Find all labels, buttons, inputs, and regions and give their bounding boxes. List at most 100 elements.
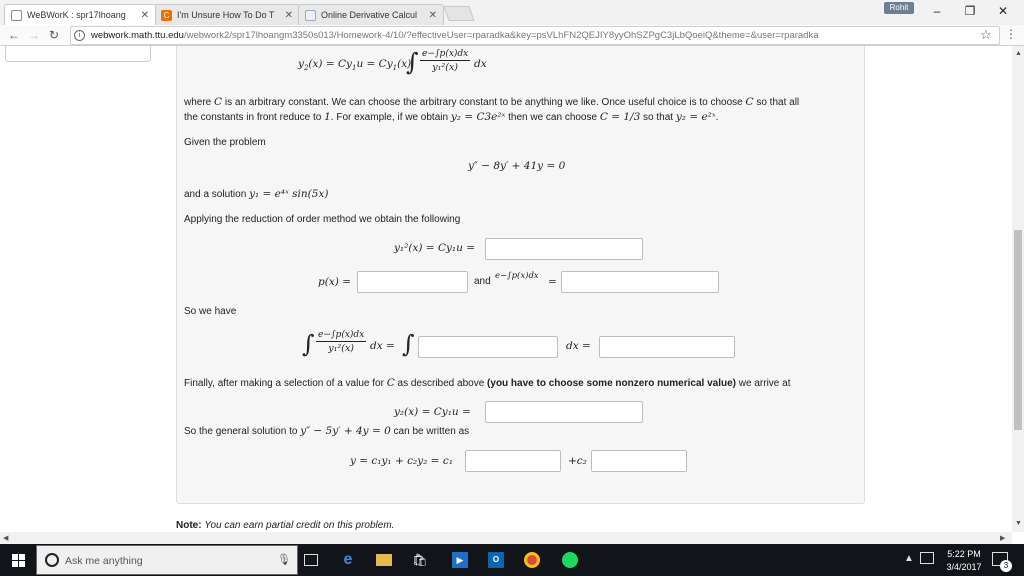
answer-input-y2[interactable] [485,401,643,423]
more-menu-icon[interactable]: ⋮ [1005,27,1017,41]
integral-sign: ∫ [406,48,419,76]
address-bar[interactable]: webwork.math.ttu.edu/webwork2/spr17lhoan… [70,26,1000,45]
store-icon[interactable]: 🛍 [412,552,428,568]
scroll-up-icon[interactable]: ▲ [1015,50,1022,57]
text: can be written as [393,426,470,437]
text: . [715,112,719,123]
text: So the general solution to [184,426,298,437]
windows-taskbar: Ask me anything 🎙 e 🛍 ▶ O ▲ 5:22 PM 3/4/… [0,544,1024,576]
math-one: 1 [324,111,331,123]
eq1-lhs: y₁²(x) = Cy₁u = [394,242,476,254]
fraction-numerator: e−∫p(x)dx [420,49,471,61]
top-fraction: e−∫p(x)dx y₁²(x) [420,49,471,73]
exp-lhs: e−∫p(x)dx [495,271,539,281]
new-tab-button[interactable] [443,6,475,21]
paragraph-line-1: where C is an arbitrary constant. We can… [184,96,799,108]
forward-icon[interactable]: → [26,27,42,43]
int-dx2: dx = [566,340,591,352]
url-host: webwork.math.ttu.edu [91,30,184,41]
task-view-icon[interactable] [304,554,318,566]
answer-input-c1[interactable] [465,450,561,472]
and-label: and [474,276,491,287]
tab-derivative[interactable]: Online Derivative Calcul ✕ [298,4,444,25]
reload-icon[interactable]: ↻ [46,27,62,43]
windows-start-icon[interactable] [12,554,25,567]
text: Finally, after making a selection of a v… [184,378,384,389]
close-icon[interactable]: ✕ [141,10,149,21]
microphone-icon[interactable]: 🎙 [277,553,291,566]
scroll-down-icon[interactable]: ▼ [1015,520,1022,527]
clock-date[interactable]: 3/4/2017 [944,562,984,572]
math-ode: y″ − 5y′ + 4y = 0 [300,425,391,437]
answer-input-1[interactable] [485,238,643,260]
outlook-icon[interactable]: O [488,552,504,568]
scroll-right-icon[interactable]: ▶ [1000,534,1005,542]
profile-button[interactable]: Rohit [884,2,914,14]
scroll-thumb[interactable] [1014,230,1022,430]
chrome-icon[interactable] [524,552,540,568]
notification-count: 3 [1000,560,1012,572]
fraction-denominator: y₁²(x) [328,343,355,354]
text: then we can choose [508,112,598,123]
math-C: C [745,96,754,108]
math-y2b: y₂ = e²ˣ [675,111,716,123]
edge-browser-icon[interactable]: e [340,552,356,568]
top-formula-dx: dx [474,58,487,70]
answer-input-integral[interactable] [599,336,735,358]
scroll-left-icon[interactable]: ◀ [3,534,8,542]
document-icon [11,9,22,21]
answer-input-c2[interactable] [591,450,687,472]
text: the constants in front reduce to [184,112,322,123]
text: as described above [397,378,485,389]
browser-title-bar: WeBWorK : spr17lhoang ✕ C I'm Unsure How… [0,0,1024,25]
text: and a solution [184,189,247,200]
tray-chevron-icon[interactable]: ▲ [904,553,914,564]
tab-label: Online Derivative Calcul [321,10,418,20]
tab-label: WeBWorK : spr17lhoang [27,10,126,20]
p-lhs: p(x) = [318,276,351,288]
restore-icon[interactable]: ❐ [955,2,985,20]
math-y2: y₂ = C3e²ˣ [450,111,506,123]
answer-input-integrand[interactable] [418,336,558,358]
network-icon[interactable] [920,552,934,564]
cortana-search-box[interactable]: Ask me anything 🎙 [36,545,298,575]
so-we-have: So we have [184,306,237,317]
file-explorer-icon[interactable] [376,554,392,566]
fraction-numerator: e−∫p(x)dx [316,330,367,342]
text: is an arbitrary constant. We can choose … [224,97,743,108]
note-text: You can earn partial credit on this prob… [204,520,395,531]
back-icon[interactable]: ← [6,27,22,43]
minimize-icon[interactable]: – [922,2,952,20]
search-placeholder: Ask me anything [65,555,143,567]
math-C: C [386,377,395,389]
chegg-icon: C [161,9,172,21]
close-icon[interactable]: ✕ [285,10,293,21]
math-C: C [214,96,223,108]
text: we arrive at [738,378,791,389]
media-player-icon[interactable]: ▶ [452,552,468,568]
info-icon[interactable]: i [74,30,85,41]
given-label: Given the problem [184,137,266,148]
tab-webwork[interactable]: WeBWorK : spr17lhoang ✕ [4,4,156,25]
answer-input-exp[interactable] [561,271,719,293]
math-solution: y₁ = e⁴ˣ sin(5x) [249,188,329,200]
general-line: So the general solution to y″ − 5y′ + 4y… [184,425,469,437]
note-label: Note: [176,520,202,531]
text: so that all [756,97,800,108]
y2-lhs: y₂(x) = Cy₁u = [394,406,471,418]
clock-time[interactable]: 5:22 PM [944,549,984,559]
close-icon[interactable]: ✕ [429,10,437,21]
tab-label: I'm Unsure How To Do T [177,10,275,20]
star-icon[interactable]: ☆ [980,27,992,43]
tab-chegg[interactable]: C I'm Unsure How To Do T ✕ [154,4,300,25]
top-formula-lhs: y2(x) = Cy1u = Cy1(x) [298,58,412,73]
spotify-icon[interactable] [562,552,578,568]
integral-sign: ∫ [402,330,415,358]
fraction-denominator: y₁²(x) [432,62,459,73]
general-plus: +c₂ [568,455,587,467]
close-window-icon[interactable]: ✕ [988,2,1018,20]
answer-input-p[interactable] [357,271,468,293]
vertical-scrollbar[interactable]: ▲ ▼ [1012,46,1024,532]
exp-eq: = [548,276,557,288]
horizontal-scrollbar[interactable]: ◀ ▶ [0,532,1012,544]
